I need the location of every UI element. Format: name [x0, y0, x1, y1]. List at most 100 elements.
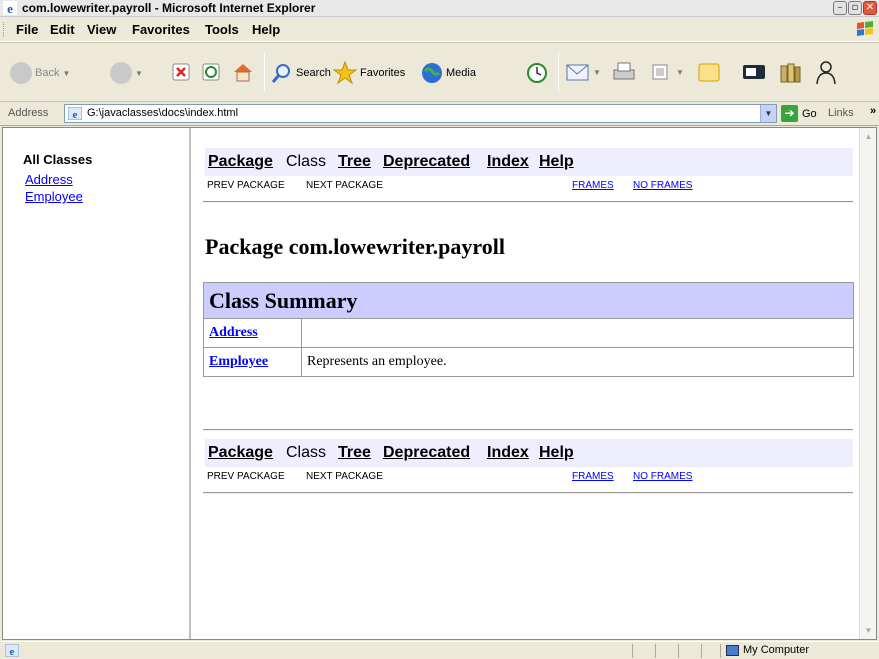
- all-classes-frame: All Classes Address Employee: [3, 128, 191, 639]
- next-package: NEXT PACKAGE: [306, 471, 383, 482]
- nav-help[interactable]: Help: [539, 444, 574, 462]
- close-icon[interactable]: ✕: [863, 1, 877, 15]
- maximize-icon[interactable]: ▫: [848, 1, 862, 15]
- research-button[interactable]: [778, 61, 802, 85]
- nav-deprecated[interactable]: Deprecated: [383, 444, 470, 462]
- stop-button[interactable]: [172, 63, 190, 81]
- favorites-button[interactable]: Favorites: [333, 61, 405, 85]
- links-toolbar[interactable]: Links »: [828, 105, 876, 119]
- address-dropdown-icon[interactable]: ▼: [760, 105, 776, 122]
- prev-package: PREV PACKAGE: [207, 471, 285, 482]
- class-name-cell: Employee: [203, 347, 302, 377]
- status-cell: [701, 644, 702, 658]
- menu-grip: [3, 22, 6, 37]
- next-package: NEXT PACKAGE: [306, 180, 383, 191]
- class-description-cell: Represents an employee.: [301, 347, 854, 377]
- menu-help[interactable]: Help: [252, 22, 280, 37]
- class-link-employee-main[interactable]: Employee: [209, 354, 268, 369]
- messenger-button[interactable]: [742, 63, 766, 81]
- discuss-button[interactable]: [697, 61, 721, 83]
- nav-package[interactable]: Package: [208, 444, 273, 462]
- divider: [203, 429, 853, 431]
- no-frames-link[interactable]: NO FRAMES: [633, 471, 692, 482]
- security-zone: My Computer: [726, 644, 809, 656]
- star-icon: [333, 61, 357, 85]
- links-label: Links: [828, 107, 854, 119]
- home-icon: [234, 64, 252, 82]
- refresh-button[interactable]: [202, 63, 220, 81]
- bottom-nav-bar: Package Class Tree Deprecated Index Help: [205, 439, 853, 467]
- status-cell: [632, 644, 633, 658]
- chevron-down-icon: ▼: [62, 68, 71, 78]
- menu-tools[interactable]: Tools: [205, 22, 239, 37]
- nav-index[interactable]: Index: [487, 444, 529, 462]
- scroll-up-icon[interactable]: ▲: [861, 129, 876, 144]
- ie-window: e com.lowewriter.payroll - Microsoft Int…: [0, 0, 879, 659]
- menu-view[interactable]: View: [87, 22, 116, 37]
- stop-icon: [172, 63, 190, 81]
- class-summary-table: Class Summary Address Employee Represent…: [203, 282, 854, 377]
- back-arrow-icon: [10, 62, 32, 84]
- summary-header: Class Summary: [203, 282, 854, 319]
- page-ie-icon: e: [68, 107, 82, 120]
- page-title: Package com.lowewriter.payroll: [205, 234, 505, 259]
- no-frames-link[interactable]: NO FRAMES: [633, 180, 692, 191]
- standard-toolbar: Back ▼ ▼ Search Favorites Media ▼ ▼: [0, 42, 879, 102]
- divider: [203, 492, 853, 494]
- history-button[interactable]: [526, 62, 548, 84]
- mail-button[interactable]: ▼: [566, 62, 601, 82]
- top-sub-nav: PREV PACKAGE NEXT PACKAGE FRAMES NO FRAM…: [205, 180, 853, 196]
- forward-button[interactable]: ▼: [110, 62, 143, 84]
- address-input[interactable]: e G:\javaclasses\docs\index.html ▼: [64, 104, 777, 123]
- nav-package[interactable]: Package: [208, 153, 273, 171]
- frames-link[interactable]: FRAMES: [572, 180, 614, 191]
- media-label: Media: [446, 67, 476, 79]
- nav-tree[interactable]: Tree: [338, 444, 371, 462]
- toolbar-separator: [264, 53, 265, 91]
- window-title: com.lowewriter.payroll - Microsoft Inter…: [22, 1, 316, 15]
- user-button[interactable]: [814, 60, 838, 86]
- class-description-cell: [301, 318, 854, 348]
- nav-deprecated[interactable]: Deprecated: [383, 153, 470, 171]
- content-area: All Classes Address Employee Package Cla…: [2, 127, 877, 640]
- nav-index[interactable]: Index: [487, 153, 529, 171]
- edit-button[interactable]: ▼: [652, 64, 684, 80]
- class-link-employee[interactable]: Employee: [25, 189, 83, 204]
- frames-link[interactable]: FRAMES: [572, 471, 614, 482]
- media-button[interactable]: Media: [421, 62, 476, 84]
- nav-class: Class: [286, 153, 327, 170]
- chevron-down-icon: ▼: [676, 67, 684, 77]
- address-label: Address: [8, 107, 49, 119]
- nav-tree[interactable]: Tree: [338, 153, 371, 171]
- vertical-scrollbar[interactable]: ▲ ▼: [859, 128, 876, 639]
- menu-favorites[interactable]: Favorites: [132, 22, 190, 37]
- divider: [203, 201, 853, 203]
- go-arrow-icon: ➔: [781, 105, 798, 122]
- chevron-right-icon[interactable]: »: [870, 105, 876, 117]
- status-cell: [678, 644, 679, 658]
- go-label: Go: [802, 107, 817, 120]
- class-link-address-main[interactable]: Address: [209, 325, 258, 340]
- top-nav-bar: Package Class Tree Deprecated Index Help: [205, 148, 853, 176]
- scroll-down-icon[interactable]: ▼: [861, 623, 876, 638]
- minimize-icon[interactable]: –: [833, 1, 847, 15]
- search-label: Search: [296, 67, 331, 79]
- forward-arrow-icon: [110, 62, 132, 84]
- favorites-label: Favorites: [360, 67, 406, 79]
- home-button[interactable]: [232, 61, 254, 83]
- back-button[interactable]: Back ▼: [10, 62, 70, 84]
- chevron-down-icon: ▼: [593, 67, 601, 77]
- search-button[interactable]: Search: [271, 62, 331, 84]
- menu-edit[interactable]: Edit: [50, 22, 75, 37]
- print-button[interactable]: [612, 61, 636, 83]
- nav-help[interactable]: Help: [539, 153, 574, 171]
- menu-bar: File Edit View Favorites Tools Help: [0, 17, 879, 42]
- go-button[interactable]: ➔ Go: [781, 105, 817, 122]
- table-row: Address: [203, 318, 854, 348]
- class-link-address[interactable]: Address: [25, 172, 73, 187]
- table-header-row: Class Summary: [203, 282, 854, 319]
- all-classes-heading: All Classes: [23, 152, 93, 167]
- menu-file[interactable]: File: [16, 22, 38, 37]
- back-label: Back: [35, 67, 60, 79]
- svg-text:e: e: [73, 109, 78, 120]
